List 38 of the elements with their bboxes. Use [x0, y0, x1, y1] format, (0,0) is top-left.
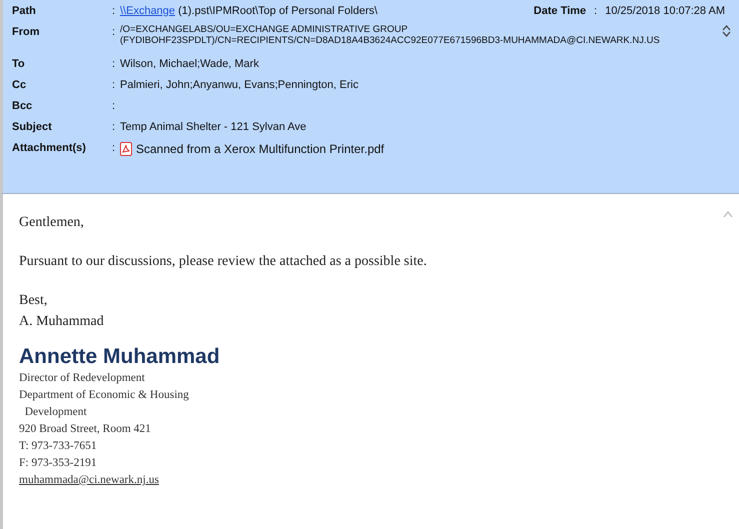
- colon: :: [112, 78, 116, 93]
- signature-line: 920 Broad Street, Room 421: [19, 422, 152, 437]
- email-link[interactable]: muhammada@ci.newark.nj.us: [19, 474, 159, 486]
- field-value: Wilson, Michael;Wade, Mark: [120, 58, 259, 70]
- attachment-link[interactable]: Scanned from a Xerox Multifunction Printer.pdf: [136, 140, 384, 158]
- pdf-file-icon: [120, 142, 132, 156]
- signature-line: Director of Redevelopment: [19, 371, 146, 386]
- body-text: Pursuant to our discussions, please review the attached as a possible site.: [19, 253, 428, 271]
- date-label: Date Time: [534, 4, 586, 19]
- signature-line: Department of Economic & Housing: [19, 388, 190, 403]
- body-text: A. Muhammad: [19, 313, 105, 331]
- field-label: Cc: [12, 78, 28, 93]
- colon: :: [112, 120, 116, 135]
- field-label: Attachment(s): [12, 141, 87, 156]
- colon: :: [112, 141, 116, 156]
- field-label: From: [12, 25, 40, 40]
- path-link[interactable]: \\Exchange: [120, 5, 176, 17]
- body-text: Gentlemen,: [19, 214, 85, 232]
- path-value: \\Exchange (1).pst\IPMRoot\Top of Personal Folders\: [120, 5, 378, 17]
- colon: :: [112, 25, 116, 40]
- from-value: /O=EXCHANGELABS/OU=EXCHANGE ADMINISTRATIVE GROUP (FYDIBOHF23SPDLT)/CN=RECIPIENTS/CN=D8AD18A4B3624ACC92E077E671596BD3-MUHAMMADA@CI.NEWARK.NJ.US: [120, 24, 660, 46]
- field-label: Bcc: [12, 99, 34, 114]
- field-label: Subject: [12, 120, 53, 135]
- body-text: Best,: [19, 292, 48, 310]
- field-label: Path: [12, 4, 37, 19]
- date-value: 10/25/2018 10:07:28 AM: [605, 4, 725, 19]
- signature-line: Development: [24, 405, 88, 420]
- signature-line: T: 973-733-7651: [19, 439, 98, 454]
- colon: :: [112, 99, 116, 114]
- signature-name: Annette Muhammad: [19, 344, 221, 370]
- scroll-arrows-icon[interactable]: [722, 24, 731, 38]
- field-value: Temp Animal Shelter - 121 Sylvan Ave: [120, 121, 306, 133]
- field-label: To: [12, 57, 26, 72]
- field-value: Palmieri, John;Anyanwu, Evans;Pennington, Eric: [120, 79, 358, 91]
- colon: :: [594, 4, 598, 19]
- colon: :: [112, 4, 116, 19]
- signature-line: F: 973-353-2191: [19, 456, 98, 471]
- colon: :: [112, 57, 116, 72]
